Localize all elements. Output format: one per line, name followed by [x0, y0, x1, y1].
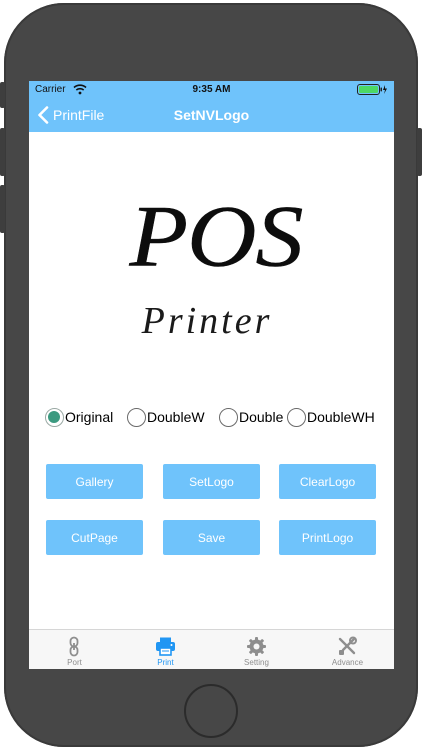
navigation-bar: PrintFile SetNVLogo: [29, 98, 394, 132]
tab-port[interactable]: Port: [29, 630, 120, 669]
logo-text-printer: Printer: [141, 300, 273, 342]
gallery-button[interactable]: Gallery: [46, 464, 143, 499]
tools-icon: [338, 636, 357, 655]
tab-label-print: Print: [157, 658, 174, 667]
radio-double-width[interactable]: DoubleW: [127, 406, 205, 428]
pos-printer-logo: POS Printer: [128, 187, 303, 342]
logo-text-pos: POS: [128, 187, 302, 285]
cut-page-button[interactable]: CutPage: [46, 520, 143, 555]
tab-label-setting: Setting: [244, 658, 269, 667]
tab-advance[interactable]: Advance: [302, 630, 393, 669]
page-title: SetNVLogo: [173, 107, 250, 123]
radio-label-double-width: DoubleW: [147, 409, 205, 425]
status-time: 9:35 AM: [192, 84, 231, 95]
status-bar: Carrier 9:35 AM: [29, 81, 394, 98]
set-logo-button[interactable]: SetLogo: [163, 464, 260, 499]
radio-double-width-height[interactable]: DoubleWH: [287, 406, 375, 428]
radio-unchecked-icon: [219, 407, 238, 427]
radio-label-double-height: Double: [239, 409, 284, 425]
mute-switch: [0, 82, 5, 108]
radio-label-double-width-height: DoubleWH: [307, 409, 375, 425]
gear-icon: [247, 637, 266, 656]
radio-unchecked-icon: [127, 407, 146, 427]
clear-logo-button[interactable]: ClearLogo: [279, 464, 376, 499]
power-button: [417, 128, 422, 176]
print-logo-button[interactable]: PrintLogo: [279, 520, 376, 555]
radio-checked-icon: [45, 407, 64, 427]
save-button[interactable]: Save: [163, 520, 260, 555]
tab-setting[interactable]: Setting: [211, 630, 302, 669]
tab-print[interactable]: Print: [120, 630, 211, 669]
size-options: Original DoubleW Double DoubleWH: [29, 406, 394, 428]
radio-double-height[interactable]: Double: [219, 406, 283, 428]
volume-up-button: [0, 128, 5, 176]
tab-label-port: Port: [67, 658, 82, 667]
tab-label-advance: Advance: [331, 658, 364, 667]
radio-original[interactable]: Original: [45, 406, 113, 428]
printer-icon: [156, 637, 175, 656]
home-button[interactable]: [184, 684, 238, 738]
link-icon: [69, 636, 79, 657]
volume-down-button: [0, 185, 5, 233]
battery-charging-icon: [357, 84, 387, 95]
tab-bar: Port Print Setting Advance: [29, 629, 394, 669]
radio-label-original: Original: [65, 409, 114, 425]
radio-unchecked-icon: [287, 407, 306, 427]
app-screen: Carrier 9:35 AM PrintFile SetNVLogo POS …: [29, 81, 394, 669]
